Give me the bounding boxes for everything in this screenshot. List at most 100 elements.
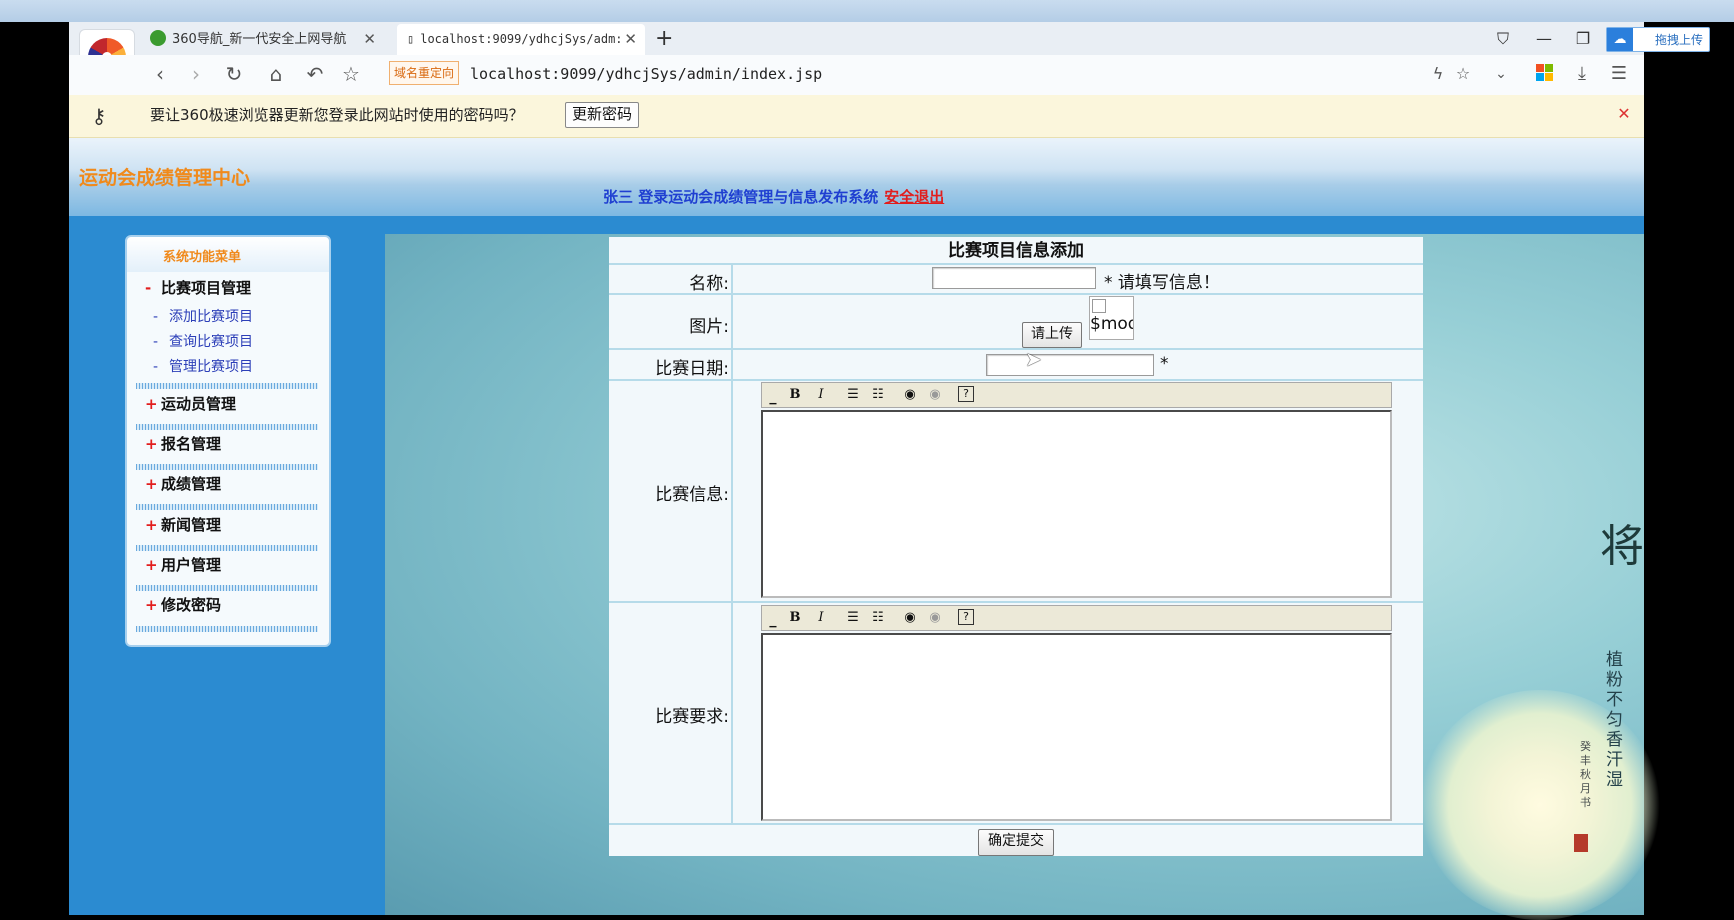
expand-sign: +: [145, 435, 158, 453]
requirement-editor-toolbar: ▁ B I ☰ ☷ ◉ ◉ ?: [761, 605, 1392, 631]
sidebar-group-score[interactable]: + 成绩管理: [145, 473, 221, 494]
link-globe-icon[interactable]: ◉: [901, 609, 919, 627]
name-input[interactable]: [932, 267, 1096, 289]
redirect-badge[interactable]: 域名重定向: [389, 61, 460, 85]
unlink-globe-icon[interactable]: ◉: [926, 609, 944, 627]
favorite-star-icon[interactable]: ☆: [1449, 60, 1477, 88]
welcome-text: 张三 登录运动会成绩管理与信息发布系统: [603, 188, 879, 206]
logout-link[interactable]: 安全退出: [884, 188, 944, 206]
divider: [136, 585, 318, 591]
date-input[interactable]: [986, 354, 1154, 376]
back-icon[interactable]: ‹: [146, 60, 174, 88]
home-icon[interactable]: ⌂: [262, 60, 290, 88]
os-title-strip: [0, 0, 1734, 22]
ordered-list-icon[interactable]: ☰: [844, 386, 862, 404]
update-password-button[interactable]: 更新密码: [565, 102, 640, 128]
forward-icon[interactable]: ›: [182, 60, 210, 88]
sidebar-group-label: 报名管理: [161, 435, 222, 453]
help-icon[interactable]: ?: [958, 609, 974, 625]
sidebar-group-user[interactable]: + 用户管理: [145, 554, 221, 575]
tab-360-nav[interactable]: 360导航_新一代安全上网导航 ✕: [146, 24, 384, 55]
sidebar-group-password[interactable]: + 修改密码: [145, 594, 221, 615]
sidebar-group-label: 新闻管理: [161, 516, 222, 534]
menu-icon[interactable]: ☰: [1605, 60, 1633, 88]
divider: [136, 545, 318, 551]
reload-icon[interactable]: ↻: [220, 60, 248, 88]
info-editor-area[interactable]: [761, 410, 1392, 598]
undo-close-icon[interactable]: ↶: [301, 60, 329, 88]
toolbar-handle-icon: ▁: [769, 395, 777, 405]
image-label: 图片:: [689, 317, 729, 337]
bullet-list-icon[interactable]: ☷: [869, 386, 887, 404]
download-icon[interactable]: ⤓: [1568, 60, 1596, 88]
expand-sign: +: [145, 395, 158, 413]
help-icon[interactable]: ?: [958, 386, 974, 402]
submit-button[interactable]: 确定提交: [978, 829, 1054, 856]
welcome-bar: 张三 登录运动会成绩管理与信息发布系统 安全退出: [603, 186, 944, 207]
cloud-icon: ☁: [1607, 28, 1633, 51]
close-icon[interactable]: ✕: [620, 24, 637, 55]
calligraphy-signature: 癸丰秋月书: [1580, 740, 1591, 809]
bold-icon[interactable]: B: [786, 609, 804, 627]
sidebar-group-athlete[interactable]: + 运动员管理: [145, 393, 236, 414]
italic-icon[interactable]: I: [812, 386, 830, 404]
ordered-list-icon[interactable]: ☰: [844, 609, 862, 627]
sidebar-item-query-contest[interactable]: - 查询比赛项目: [153, 331, 253, 351]
date-required-mark: *: [1160, 354, 1169, 374]
restore-icon[interactable]: ❐: [1568, 24, 1598, 54]
upload-image-button[interactable]: 请上传: [1022, 322, 1082, 348]
sidebar-group-label: 运动员管理: [161, 395, 237, 413]
requirement-editor-area[interactable]: [761, 633, 1392, 821]
drag-upload-button[interactable]: ☁ 拖拽上传: [1606, 27, 1710, 52]
sidebar-item-label: 添加比赛项目: [169, 309, 253, 325]
site-title: 运动会成绩管理中心: [79, 167, 251, 189]
drag-upload-label: 拖拽上传: [1654, 33, 1703, 47]
sidebar-group-label: 用户管理: [161, 556, 222, 574]
close-icon[interactable]: ✕: [363, 24, 376, 55]
collapse-sign: -: [145, 279, 152, 297]
expand-sign: +: [145, 556, 158, 574]
name-label: 名称:: [689, 274, 729, 294]
sidebar-item-manage-contest[interactable]: - 管理比赛项目: [153, 356, 253, 376]
bullet-list-icon[interactable]: ☷: [869, 609, 887, 627]
name-hint: * 请填写信息！: [1104, 273, 1220, 293]
sidebar-group-label: 成绩管理: [161, 475, 222, 493]
address-bar[interactable]: localhost:9099/ydhcjSys/admin/index.jsp: [470, 62, 822, 86]
link-globe-icon[interactable]: ◉: [901, 386, 919, 404]
bold-icon[interactable]: B: [786, 386, 804, 404]
sidebar-group-signup[interactable]: + 报名管理: [145, 433, 221, 454]
sidebar-item-add-contest[interactable]: - 添加比赛项目: [153, 306, 253, 326]
tab-label: localhost:9099/ydhcjSys/adm:: [420, 32, 623, 46]
calligraphy-character: 将: [1600, 521, 1644, 572]
bookmark-star-icon[interactable]: ☆: [337, 60, 365, 88]
info-editor-toolbar: ▁ B I ☰ ☷ ◉ ◉ ?: [761, 382, 1392, 408]
sidebar-group-label: 修改密码: [161, 596, 222, 614]
infobar-message: 要让360极速浏览器更新您登录此网站时使用的密码吗？: [150, 106, 524, 124]
image-alt-text: $mod: [1090, 314, 1134, 334]
divider: [136, 424, 318, 430]
apps-icon[interactable]: [1536, 64, 1553, 81]
divider: [136, 626, 318, 632]
sidebar-group-label: 比赛项目管理: [161, 279, 252, 297]
italic-icon[interactable]: I: [812, 609, 830, 627]
lightning-icon[interactable]: ϟ: [1424, 60, 1452, 88]
column-divider: [731, 264, 733, 823]
new-tab-icon[interactable]: +: [655, 26, 673, 51]
unlink-globe-icon[interactable]: ◉: [926, 386, 944, 404]
date-label: 比赛日期:: [655, 359, 729, 379]
minimize-icon[interactable]: —: [1529, 24, 1559, 54]
broken-image-icon: [1092, 299, 1106, 313]
lotus-decoration: [1420, 690, 1660, 920]
sidebar-group-news[interactable]: + 新闻管理: [145, 514, 221, 535]
toolbar-handle-icon: ▁: [769, 618, 777, 628]
close-icon[interactable]: ✕: [1614, 103, 1634, 125]
requirement-label: 比赛要求:: [655, 707, 729, 727]
chevron-down-icon[interactable]: ⌄: [1487, 60, 1515, 88]
360-favicon-icon: [150, 30, 166, 46]
skin-icon[interactable]: ⛉: [1488, 24, 1518, 54]
divider: [136, 383, 318, 389]
sidebar-group-contest[interactable]: - 比赛项目管理: [145, 277, 251, 298]
divider: [136, 504, 318, 510]
tab-localhost[interactable]: ▯ localhost:9099/ydhcjSys/adm: ✕: [397, 24, 645, 55]
image-preview: $mod: [1089, 296, 1134, 340]
